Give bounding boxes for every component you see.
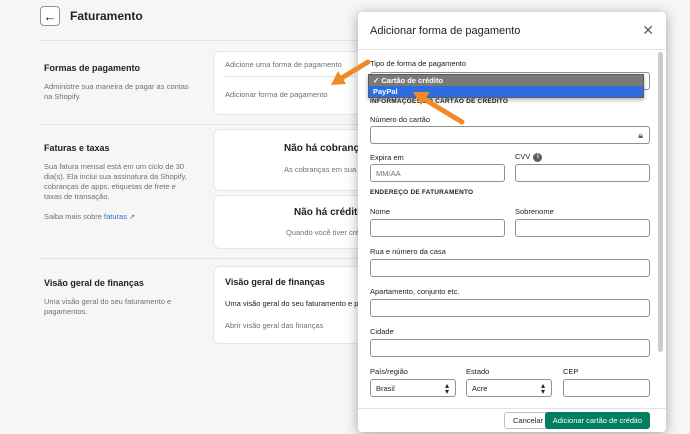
payment-type-label: Tipo de forma de pagamento xyxy=(370,59,467,68)
invoices-learn-more: Saiba mais sobre faturas ↗ xyxy=(44,212,194,223)
state-select[interactable]: Acre ▴ ▾ xyxy=(466,379,552,397)
finance-overview-title: Visão geral de finanças xyxy=(44,278,144,288)
invoices-description: Sua fatura mensal está em um ciclo de 30… xyxy=(44,162,187,201)
open-finance-overview-link[interactable]: Abrir visão geral das finanças xyxy=(225,321,323,330)
cvv-label: CVV xyxy=(515,152,531,161)
add-credit-card-button[interactable]: Adicionar cartão de crédito xyxy=(544,412,650,429)
billing-address-heading: ENDEREÇO DE FATURAMENTO xyxy=(370,189,474,196)
external-link-icon: ↗ xyxy=(129,214,135,221)
first-name-label: Nome xyxy=(370,207,391,216)
city-label: Cidade xyxy=(370,327,394,336)
invoices-title: Faturas e taxas xyxy=(44,143,110,153)
apartment-label: Apartamento, conjunto etc. xyxy=(370,287,460,296)
no-charges-title: Não há cobranças xyxy=(284,143,364,154)
finance-overview-card: Visão geral de finanças Uma visão geral … xyxy=(214,267,364,343)
finance-card-title: Visão geral de finanças xyxy=(225,277,325,287)
dropdown-option-credit-card[interactable]: ✓ Cartão de crédito xyxy=(369,75,643,86)
state-value: Acre xyxy=(472,383,488,393)
select-arrows-icon: ▴ ▾ xyxy=(540,381,545,396)
learn-more-prefix: Saiba mais sobre xyxy=(44,212,102,221)
select-arrows-icon: ▴ ▾ xyxy=(444,381,449,396)
finance-card-text: Uma visão geral do seu faturamento e p xyxy=(225,299,359,308)
info-icon[interactable]: i xyxy=(533,152,543,162)
no-credits-text: Quando você tiver créditos xyxy=(286,228,364,237)
no-charges-card: Não há cobranças As cobranças em sua fat… xyxy=(214,130,364,190)
card-divider xyxy=(225,76,355,77)
payment-methods-description: Administre sua maneira de pagar as conta… xyxy=(44,82,189,101)
last-name-label: Sobrenome xyxy=(515,207,554,216)
no-credits-title: Não há créditos xyxy=(294,207,364,218)
country-value: Brasil xyxy=(376,383,395,393)
section-divider xyxy=(40,258,360,259)
no-credits-card: Não há créditos Quando você tiver crédit… xyxy=(214,196,364,248)
first-name-field[interactable] xyxy=(370,219,505,237)
page-title: Faturamento xyxy=(70,9,143,23)
payment-type-dropdown: ✓ Cartão de crédito PayPal xyxy=(368,74,644,98)
header-divider xyxy=(40,40,360,41)
modal-footer: Cancelar Adicionar cartão de crédito xyxy=(358,408,666,432)
payment-methods-title: Formas de pagamento xyxy=(44,63,141,73)
cvv-label-row: CVV i xyxy=(515,152,543,162)
payment-methods-card: Adicione uma forma de pagamento Adiciona… xyxy=(214,52,364,114)
dropdown-option-paypal[interactable]: PayPal xyxy=(369,86,643,97)
cvv-field[interactable] xyxy=(515,164,650,182)
page-header: ← Faturamento xyxy=(40,6,143,26)
expiry-field[interactable]: MM/AA xyxy=(370,164,505,182)
street-label: Rua e número da casa xyxy=(370,247,446,256)
payment-methods-card-text: Adicione uma forma de pagamento xyxy=(225,60,342,69)
invoices-link[interactable]: faturas xyxy=(104,212,127,221)
country-label: País/região xyxy=(370,367,408,376)
add-payment-method-link[interactable]: Adicionar forma de pagamento xyxy=(225,90,328,99)
zip-field[interactable] xyxy=(563,379,650,397)
card-info-heading: INFORMAÇÕES DO CARTÃO DE CRÉDITO xyxy=(370,98,509,105)
state-label: Estado xyxy=(466,367,490,376)
zip-label: CEP xyxy=(563,367,579,376)
finance-overview-description: Uma visão geral do seu faturamento e pag… xyxy=(44,297,172,316)
back-button[interactable]: ← xyxy=(40,6,60,26)
arrow-left-icon: ← xyxy=(43,8,57,24)
modal-title: Adicionar forma de pagamento xyxy=(370,25,521,37)
modal-header: Adicionar forma de pagamento ✕ xyxy=(358,12,666,50)
card-number-field[interactable]: 🔒︎ xyxy=(370,126,650,144)
section-divider xyxy=(40,124,360,125)
page-right-edge xyxy=(666,0,690,434)
no-charges-text: As cobranças em sua fatura xyxy=(284,165,364,174)
lock-icon: 🔒︎ xyxy=(638,130,643,140)
close-icon[interactable]: ✕ xyxy=(642,23,654,37)
city-field[interactable] xyxy=(370,339,650,357)
country-select[interactable]: Brasil ▴ ▾ xyxy=(370,379,456,397)
expiry-label: Expira em xyxy=(370,153,404,162)
street-field[interactable] xyxy=(370,259,650,277)
card-number-label: Número do cartão xyxy=(370,115,431,124)
apartment-field[interactable] xyxy=(370,299,650,317)
modal-scrollbar[interactable] xyxy=(658,52,663,352)
last-name-field[interactable] xyxy=(515,219,650,237)
